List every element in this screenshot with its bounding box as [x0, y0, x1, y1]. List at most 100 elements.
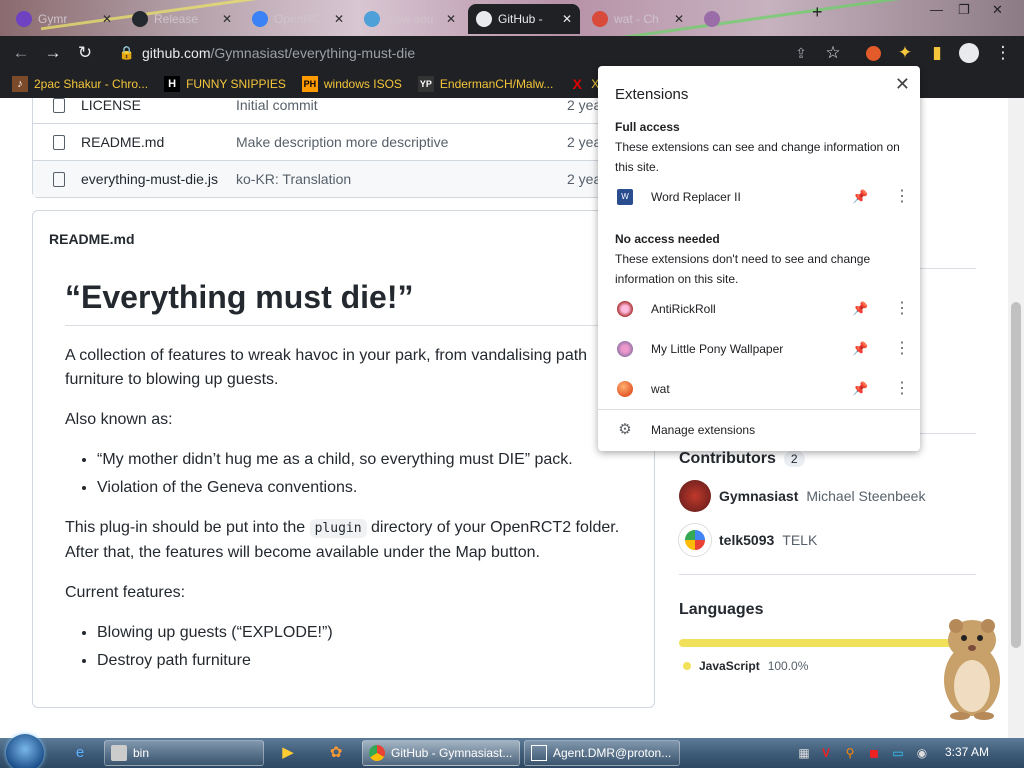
tab-3[interactable]: view-sou ✕ — [356, 4, 464, 34]
minimize-icon[interactable]: — — [930, 2, 943, 17]
tab-4-active[interactable]: GitHub - ✕ — [468, 4, 580, 34]
extension-row-antirickroll[interactable]: AntiRickRoll 📌 ⋮ — [598, 289, 920, 329]
commit-message-link[interactable]: Make description more descriptive — [236, 134, 448, 150]
file-row[interactable]: README.md Make description more descript… — [33, 123, 651, 160]
contributor-login[interactable]: telk5093 — [719, 532, 774, 548]
extension-row-wat[interactable]: wat 📌 ⋮ — [598, 369, 920, 409]
side-panel-icon[interactable]: ▮ — [926, 42, 948, 64]
scrollbar-thumb[interactable] — [1011, 302, 1021, 648]
menu-kebab-icon[interactable]: ⋮ — [992, 42, 1014, 64]
readme-body: “Everything must die!” A collection of f… — [33, 267, 654, 673]
file-row[interactable]: everything-must-die.js ko-KR: Translatio… — [33, 160, 651, 197]
close-icon[interactable]: ✕ — [334, 12, 344, 26]
pin-icon[interactable]: 📌 — [852, 301, 868, 317]
tab-0[interactable]: Gymr ✕ — [8, 4, 120, 34]
extension-name: My Little Pony Wallpaper — [651, 342, 784, 356]
language-name: JavaScript — [699, 659, 760, 673]
clock[interactable]: 3:37 AM — [945, 745, 989, 759]
more-options-icon[interactable]: ⋮ — [894, 189, 910, 205]
file-icon — [53, 98, 65, 113]
close-window-icon[interactable]: ✕ — [992, 2, 1003, 18]
tray-icon[interactable]: V — [818, 745, 834, 761]
more-options-icon[interactable]: ⋮ — [894, 381, 910, 397]
tab-6[interactable] — [696, 4, 736, 34]
tab-5[interactable]: wat - Ch ✕ — [584, 4, 692, 34]
tray-icon[interactable]: ⚲ — [842, 745, 858, 761]
restore-icon[interactable]: ❐ — [958, 2, 970, 18]
taskbar-item-label: bin — [133, 746, 150, 760]
lock-icon[interactable]: 🔒 — [116, 42, 138, 64]
file-name-link[interactable]: LICENSE — [81, 98, 141, 113]
tab-2[interactable]: OpenRC ✕ — [244, 4, 352, 34]
tray-icon[interactable]: ▦ — [796, 745, 812, 761]
full-access-title: Full access — [615, 120, 680, 134]
share-icon[interactable]: ⇪ — [790, 42, 812, 64]
bookmark-item[interactable]: YP EndermanCH/Malw... — [417, 76, 553, 92]
chrome-icon — [592, 11, 608, 27]
tab-label: GitHub - — [498, 12, 543, 26]
close-icon[interactable]: ✕ — [222, 12, 232, 26]
features-list: Blowing up guests (“EXPLODE!”) Destroy p… — [65, 621, 622, 673]
new-tab-icon[interactable]: + — [812, 2, 823, 23]
reload-icon[interactable]: ↻ — [74, 42, 96, 64]
readme-filename[interactable]: README.md — [33, 211, 654, 267]
forward-icon[interactable]: → — [42, 42, 64, 64]
more-options-icon[interactable]: ⋮ — [894, 341, 910, 357]
contributor-name: TELK — [782, 532, 818, 548]
file-row[interactable]: LICENSE Initial commit 2 yea — [33, 98, 651, 123]
extensions-puzzle-icon[interactable]: ✦ — [894, 42, 916, 64]
avatar[interactable] — [679, 524, 711, 556]
close-icon[interactable]: ✕ — [895, 74, 910, 95]
bookmark-item[interactable]: ♪ 2pac Shakur - Chro... — [12, 76, 148, 92]
list-item: Blowing up guests (“EXPLODE!”) — [97, 621, 622, 645]
no-access-description: These extensions don't need to see and c… — [615, 252, 871, 286]
tray-icon[interactable]: ▭ — [890, 745, 906, 761]
bookmark-star-icon[interactable]: ☆ — [822, 42, 844, 64]
pinned-icon[interactable]: 📌 — [852, 381, 868, 397]
start-button[interactable] — [6, 734, 44, 768]
media-player-icon[interactable]: ▶ — [278, 743, 298, 763]
pony-icon — [617, 341, 633, 357]
aka-label: Also known as: — [65, 411, 173, 428]
taskbar-item-bin[interactable]: bin — [104, 740, 264, 766]
contributors-heading[interactable]: Contributors 2 — [679, 450, 976, 468]
wat-extension-icon[interactable] — [862, 42, 884, 64]
extensions-popup: Extensions ✕ Full access These extension… — [598, 66, 920, 451]
paint-icon[interactable]: ✿ — [326, 743, 346, 763]
hamster-desktop-pet[interactable] — [932, 612, 1012, 722]
commit-message-link[interactable]: Initial commit — [236, 98, 318, 113]
tab-favicon-icon — [364, 11, 380, 27]
address-bar[interactable]: 🔒 github.com/Gymnasiast/everything-must-… — [108, 39, 860, 67]
profile-avatar-icon[interactable] — [958, 42, 980, 64]
avatar[interactable] — [679, 480, 711, 512]
popup-title: Extensions — [615, 86, 689, 103]
manage-extensions-item[interactable]: ⚙ Manage extensions — [598, 412, 920, 448]
close-icon[interactable]: ✕ — [674, 12, 684, 26]
pin-icon[interactable]: 📌 — [852, 341, 868, 357]
internet-explorer-icon[interactable]: e — [70, 743, 90, 763]
close-icon[interactable]: ✕ — [446, 12, 456, 26]
more-options-icon[interactable]: ⋮ — [894, 301, 910, 317]
pin-icon[interactable]: 📌 — [852, 189, 868, 205]
extension-row-word-replacer[interactable]: W Word Replacer II 📌 ⋮ — [598, 177, 920, 217]
volume-icon[interactable]: ◉ — [914, 745, 930, 761]
extension-row-mlp-wallpaper[interactable]: My Little Pony Wallpaper 📌 ⋮ — [598, 329, 920, 369]
commit-message-link[interactable]: ko-KR: Translation — [236, 171, 351, 187]
tab-1[interactable]: Release ✕ — [124, 4, 240, 34]
back-icon[interactable]: ← — [10, 42, 32, 64]
close-icon[interactable]: ✕ — [562, 12, 572, 26]
contributor-item[interactable]: telk5093 TELK — [679, 524, 976, 556]
contributor-item[interactable]: Gymnasiast Michael Steenbeek — [679, 480, 976, 512]
taskbar-item-chrome[interactable]: GitHub - Gymnasiast... — [362, 740, 520, 766]
taskbar-item-agent[interactable]: Agent.DMR@proton... — [524, 740, 680, 766]
file-name-link[interactable]: README.md — [81, 134, 164, 150]
close-icon[interactable]: ✕ — [102, 12, 112, 26]
file-name-link[interactable]: everything-must-die.js — [81, 171, 218, 187]
contributor-login[interactable]: Gymnasiast — [719, 488, 798, 504]
taskbar-item-label: GitHub - Gymnasiast... — [391, 746, 513, 760]
inline-code: plugin — [309, 519, 367, 538]
bookmark-item[interactable]: H FUNNY SNIPPIES — [164, 76, 286, 92]
bookmark-item[interactable]: PH windows ISOS — [301, 76, 402, 92]
bookmark-label: windows ISOS — [323, 77, 402, 91]
tray-icon[interactable]: ◼ — [866, 745, 882, 761]
